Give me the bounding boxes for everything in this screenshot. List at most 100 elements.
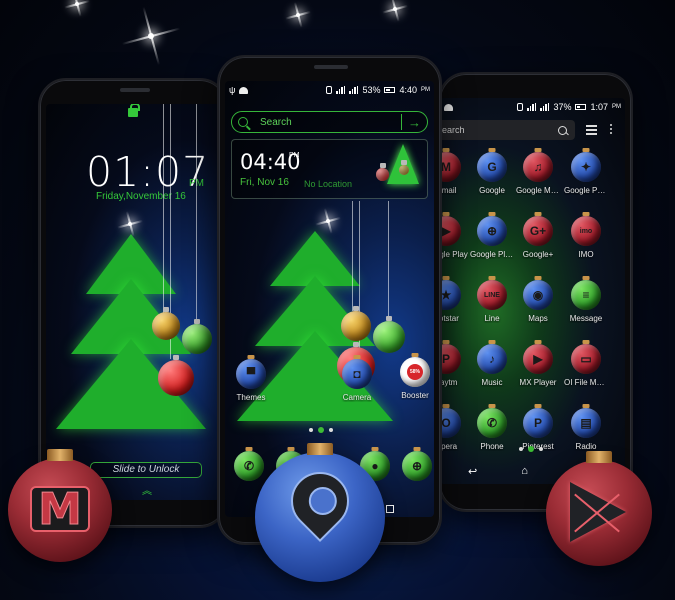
booster-icon: 58% (400, 357, 430, 387)
ornament-red (158, 360, 194, 396)
app-imo[interactable]: imo IMO (564, 216, 608, 259)
tshirt-icon: ▀ (236, 359, 266, 389)
app-line[interactable]: LINE Line (470, 280, 514, 323)
app-oi-file-mana[interactable]: ▭ OI File Mana... (564, 344, 608, 387)
app-google[interactable]: G+ Google+ (516, 216, 560, 259)
app-music[interactable]: ♪ Music (470, 344, 514, 387)
search-bar[interactable]: Search → (231, 111, 428, 133)
app-label: Phone (480, 442, 504, 451)
page-indicator (519, 446, 543, 452)
app-icon: ▶ (440, 216, 461, 246)
app-icon: ♪ (477, 344, 507, 374)
search-placeholder: Search (440, 125, 465, 135)
mini-ornament-gold (399, 165, 409, 175)
app-label: Maps (528, 314, 548, 323)
app-drawer-screen: 37% 1:07 PM Search M Gmail G Google ♫ Google … (440, 98, 625, 484)
slide-to-unlock[interactable]: Slide to Unlock (90, 462, 202, 478)
status-ampm: PM (612, 104, 621, 110)
app-google-phot[interactable]: ✦ Google Phot... (564, 152, 608, 195)
home-icon[interactable]: ⌂ (521, 465, 528, 478)
app-mx-player[interactable]: ▶ MX Player (516, 344, 560, 387)
app-label: Paytm (440, 378, 458, 387)
app-phone[interactable]: ✆ Phone (470, 408, 514, 451)
app-booster[interactable]: 58% Booster (393, 357, 434, 400)
sparkle-decoration (75, 2, 79, 6)
recents-icon[interactable] (386, 505, 394, 513)
app-search-input[interactable]: Search (440, 120, 575, 140)
app-label: Google (479, 186, 505, 195)
divider (400, 114, 402, 130)
app-icon: ≡ (571, 280, 601, 310)
lock-icon (128, 104, 140, 117)
app-icon: P (523, 408, 553, 438)
app-opera[interactable]: O Opera (440, 408, 468, 451)
list-view-icon[interactable] (586, 125, 597, 136)
speaker-grille (314, 65, 348, 69)
map-pin-icon (278, 459, 362, 543)
app-drawer-phone: 37% 1:07 PM Search M Gmail G Google ♫ Google … (438, 72, 633, 512)
app-icon: G+ (523, 216, 553, 246)
app-label: Google+ (522, 250, 554, 259)
app-label: Booster (401, 391, 429, 400)
app-hotstar[interactable]: ★ Hotstar (440, 280, 468, 323)
app-google[interactable]: G Google (470, 152, 514, 195)
app-paytm[interactable]: P Paytm (440, 344, 468, 387)
lock-screen: 01:07 PM Friday,November 16 Slide to Unl… (46, 104, 220, 500)
vibrate-icon (517, 103, 524, 111)
app-label: IMO (578, 250, 594, 259)
app-icon: P (440, 344, 461, 374)
app-label: Google Play (440, 250, 468, 259)
app-icon: ▤ (571, 408, 601, 438)
app-label: MX Player (519, 378, 557, 387)
ornament-cap (307, 443, 333, 455)
ornament-gold (152, 312, 180, 340)
vibrate-icon (326, 86, 333, 94)
app-icon: ✦ (571, 152, 601, 182)
globe-icon: ⊕ (402, 451, 432, 481)
app-label: Hotstar (440, 314, 459, 323)
app-label: Camera (342, 393, 372, 402)
app-icon: ⊕ (477, 216, 507, 246)
app-message[interactable]: ≡ Message (564, 280, 608, 323)
arrow-right-icon[interactable]: → (408, 116, 421, 129)
app-google-play[interactable]: ⊕ Google Play... (470, 216, 514, 259)
app-maps[interactable]: ◉ Maps (516, 280, 560, 323)
ornament-green (182, 324, 212, 354)
app-pinterest[interactable]: P Pinterest (516, 408, 560, 451)
sparkle-decoration (148, 33, 154, 39)
app-google-play[interactable]: ▶ Google Play (440, 216, 468, 259)
page-indicator (309, 427, 333, 433)
usb-icon: ψ (229, 85, 236, 95)
ornament-gold (341, 311, 371, 341)
app-google-music[interactable]: ♫ Google Music (516, 152, 560, 195)
gmail-icon (30, 484, 90, 535)
search-icon[interactable] (558, 125, 567, 135)
app-camera[interactable]: ◘ Camera (335, 359, 379, 402)
app-icon: G (477, 152, 507, 182)
signal-2-icon (349, 86, 359, 94)
featured-play-store-ornament (546, 451, 652, 566)
app-icon: M (440, 152, 461, 182)
app-label: Gmail (440, 186, 457, 195)
lock-date: Friday,November 16 (96, 191, 186, 202)
chevron-up-icon[interactable]: ︽ (142, 487, 152, 497)
dock-browser[interactable]: ⊕ (395, 451, 434, 481)
sparkle-decoration (296, 13, 300, 17)
android-icon (239, 86, 249, 94)
widget-ampm: PM (289, 152, 300, 159)
signal-icon (527, 103, 537, 111)
status-bar: ψ 53% 4:40 PM (225, 81, 434, 99)
app-label: Google Music (516, 186, 560, 195)
featured-maps-ornament (255, 443, 385, 582)
dock-phone[interactable]: ✆ (227, 451, 271, 481)
app-icon: imo (571, 216, 601, 246)
app-gmail[interactable]: M Gmail (440, 152, 468, 195)
status-ampm: PM (421, 87, 430, 93)
clock-weather-widget[interactable]: 04:40 PM Fri, Nov 16 No Location (231, 139, 428, 199)
app-radio[interactable]: ▤ Radio (564, 408, 608, 451)
app-themes[interactable]: ▀ Themes (229, 359, 273, 402)
search-placeholder: Search (260, 116, 292, 128)
app-icon: ✆ (477, 408, 507, 438)
more-options-icon[interactable] (610, 124, 613, 136)
back-icon[interactable]: ↩ (468, 465, 477, 478)
